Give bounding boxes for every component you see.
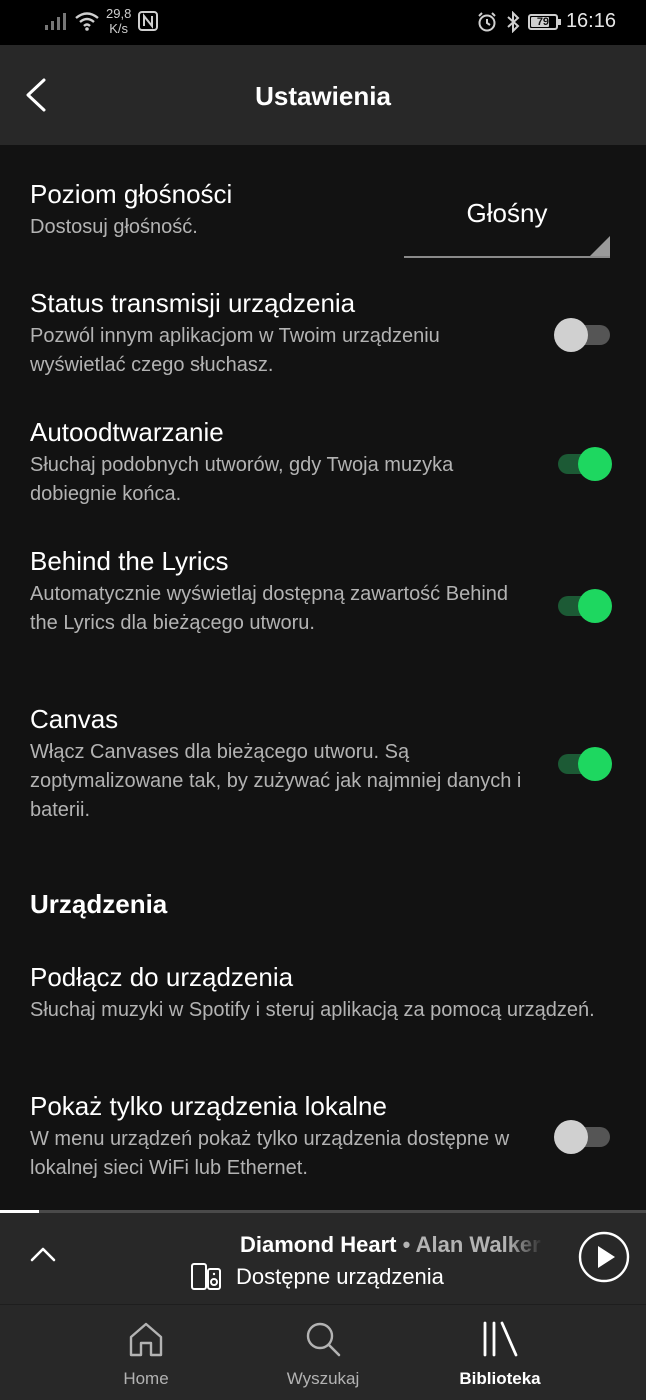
device-broadcast-toggle[interactable] [554,313,612,353]
now-playing-bar[interactable]: Diamond Heart • Alan Walker Dostępne urz… [0,1210,646,1304]
toggle-knob [578,747,612,781]
setting-title: Behind the Lyrics [30,546,229,576]
setting-description: Włącz Canvases dla bieżącego utworu. Są … [30,741,522,821]
local-devices-only-toggle[interactable] [554,1115,612,1155]
canvas-toggle[interactable] [554,742,612,782]
setting-description: Słuchaj muzyki w Spotify i steruj aplika… [30,999,595,1021]
setting-title: Podłącz do urządzenia [30,962,294,992]
setting-autoplay: Autoodtwarzanie Słuchaj podobnych utworó… [30,416,616,509]
setting-title: Pokaż tylko urządzenia lokalne [30,1091,387,1121]
dropdown-corner-icon [590,236,610,256]
playback-progress-track [0,1210,646,1213]
nav-item-search[interactable]: Wyszukaj [253,1319,393,1389]
home-icon [129,1322,163,1357]
page-title: Ustawienia [255,81,391,111]
play-button[interactable] [578,1231,630,1283]
track-name: Diamond Heart [240,1232,397,1257]
bluetooth-icon [507,10,520,33]
nav-label: Biblioteka [459,1369,541,1388]
available-devices-button[interactable]: Dostępne urządzenia [190,1262,444,1292]
playback-progress [0,1210,39,1213]
setting-description: Słuchaj podobnych utworów, gdy Twoja muz… [30,454,454,505]
setting-title: Autoodtwarzanie [30,417,224,447]
library-icon [483,1321,518,1357]
artist-name: Alan Walker [415,1232,541,1257]
expand-player-button[interactable] [26,1238,60,1272]
setting-connect-to-device[interactable]: Podłącz do urządzenia Słuchaj muzyki w S… [30,961,616,1025]
setting-description: Automatycznie wyświetlaj dostępną zawart… [30,583,509,634]
devices-icon [191,1263,221,1290]
behind-the-lyrics-toggle[interactable] [554,584,612,624]
setting-description: Pozwól innym aplikacjom w Twoim urządzen… [30,325,440,376]
chevron-up-icon [30,1247,56,1262]
available-devices-label: Dostępne urządzenia [236,1264,444,1289]
nfc-icon [138,11,159,31]
nav-item-library[interactable]: Biblioteka [430,1319,570,1389]
wifi-icon [75,12,99,31]
nav-label: Wyszukaj [286,1369,360,1388]
autoplay-toggle[interactable] [554,442,612,482]
network-speed: 29,8 K/s [106,6,132,36]
nav-label: Home [123,1369,169,1388]
top-app-bar: Ustawienia [0,45,646,145]
setting-device-broadcast: Status transmisji urządzenia Pozwól inny… [30,287,616,380]
settings-screen: 29,8 K/s 79 16:16 Ustawienia Poziom głoś… [0,0,646,1400]
toggle-knob [578,447,612,481]
setting-title: Status transmisji urządzenia [30,288,356,318]
volume-level-value: Głośny [466,198,548,228]
toggle-knob [554,318,588,352]
now-playing-title: Diamond Heart • Alan Walker [240,1232,544,1258]
track-separator: • [396,1232,416,1257]
bottom-navigation: Home Wyszukaj Biblioteka [0,1304,646,1400]
nav-item-home[interactable]: Home [76,1319,216,1389]
setting-title: Canvas [30,704,119,734]
signal-icon [45,13,66,30]
play-icon [578,1231,630,1283]
status-bar: 29,8 K/s 79 16:16 [0,0,646,45]
battery-level: 79 [536,15,550,28]
alarm-icon [478,11,496,31]
toggle-knob [554,1120,588,1154]
setting-local-devices-only: Pokaż tylko urządzenia lokalne W menu ur… [30,1090,616,1183]
setting-canvas: Canvas Włącz Canvases dla bieżącego utwo… [30,703,616,825]
battery-indicator: 79 [527,13,561,30]
clock: 16:16 [565,10,616,32]
toggle-knob [578,589,612,623]
section-title-devices: Urządzenia [30,889,168,919]
search-icon [306,1322,341,1357]
volume-level-dropdown[interactable]: Głośny [404,180,610,258]
setting-behind-the-lyrics: Behind the Lyrics Automatycznie wyświetl… [30,545,616,638]
setting-description: W menu urządzeń pokaż tylko urządzenia d… [30,1128,510,1179]
